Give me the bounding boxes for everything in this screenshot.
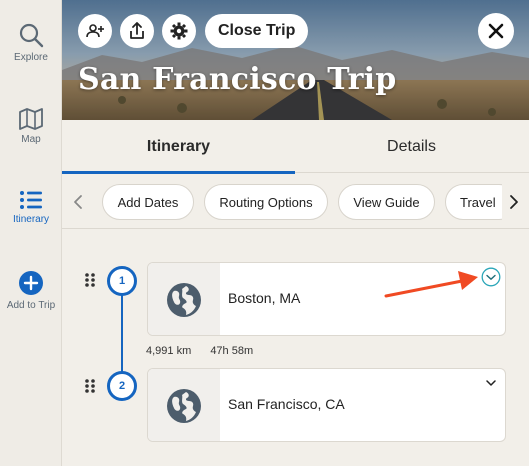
nav-label: Map: [21, 134, 41, 145]
plus-circle-icon: [19, 271, 43, 295]
chevron-right-icon: [510, 194, 518, 209]
scroll-right-button[interactable]: [502, 174, 526, 228]
nav-item-map[interactable]: Map: [0, 108, 62, 145]
view-guide-chip[interactable]: View Guide: [338, 184, 435, 220]
tab-details[interactable]: Details: [295, 120, 528, 173]
nav-label: Itinerary: [12, 214, 50, 225]
stop-name: Boston, MA: [228, 290, 301, 306]
nav-item-add-to-trip[interactable]: Add to Trip: [0, 270, 62, 311]
add-people-icon: [86, 24, 104, 38]
chevron-down-circle-icon: [481, 267, 501, 287]
scroll-left-button[interactable]: [66, 174, 90, 228]
add-dates-chip[interactable]: Add Dates: [102, 184, 194, 220]
stop-card[interactable]: San Francisco, CA: [147, 368, 506, 442]
add-travelers-button[interactable]: [78, 14, 112, 48]
chevron-down-icon: [486, 380, 496, 386]
route-connector: [121, 281, 123, 385]
left-navigation: Explore Map Itinerary Add to Trip: [0, 0, 62, 466]
chevron-left-icon: [74, 194, 82, 209]
leg-distance: 4,991 km: [146, 345, 192, 357]
leg-duration: 47h 58m: [210, 345, 254, 357]
stop-number: 1: [107, 266, 137, 296]
close-trip-button[interactable]: Close Trip: [205, 14, 309, 48]
close-icon: [488, 23, 504, 39]
expand-stop-button[interactable]: [481, 373, 501, 393]
trip-title: San Francisco Trip: [78, 62, 397, 97]
expand-stop-button[interactable]: [481, 267, 501, 287]
itinerary-actions-bar: Add Dates Routing Options View Guide Tra…: [62, 174, 529, 229]
drag-handle-icon[interactable]: [84, 272, 96, 288]
itinerary-list: 1 Boston, MA 4,991 km 47h 58m 2 San Fran…: [62, 230, 529, 466]
map-icon: [19, 108, 43, 130]
nav-label: Add to Trip: [6, 300, 56, 311]
list-icon: [20, 191, 42, 209]
leg-summary: 4,991 km 47h 58m: [146, 345, 269, 357]
app-window: Explore Map Itinerary Add to Trip Close …: [0, 0, 529, 466]
stop-number: 2: [107, 371, 137, 401]
search-icon: [19, 23, 44, 48]
globe-icon: [167, 389, 201, 423]
trip-header: Close Trip San Francisco Trip: [62, 0, 529, 120]
share-icon: [130, 22, 144, 39]
nav-label: Explore: [14, 52, 48, 63]
stop-name: San Francisco, CA: [228, 396, 345, 412]
share-button[interactable]: [120, 14, 154, 48]
settings-button[interactable]: [162, 14, 196, 48]
trip-tabs: Itinerary Details: [62, 120, 529, 174]
stop-card[interactable]: Boston, MA: [147, 262, 506, 336]
stop-thumbnail: [148, 263, 220, 335]
close-button[interactable]: [478, 13, 514, 49]
gear-icon: [170, 22, 188, 40]
drag-handle-icon[interactable]: [84, 378, 96, 394]
nav-item-itinerary[interactable]: Itinerary: [0, 190, 62, 225]
tab-itinerary[interactable]: Itinerary: [62, 120, 295, 174]
nav-item-explore[interactable]: Explore: [0, 22, 62, 63]
stop-thumbnail: [148, 369, 220, 441]
globe-icon: [167, 283, 201, 317]
routing-options-chip[interactable]: Routing Options: [204, 184, 328, 220]
